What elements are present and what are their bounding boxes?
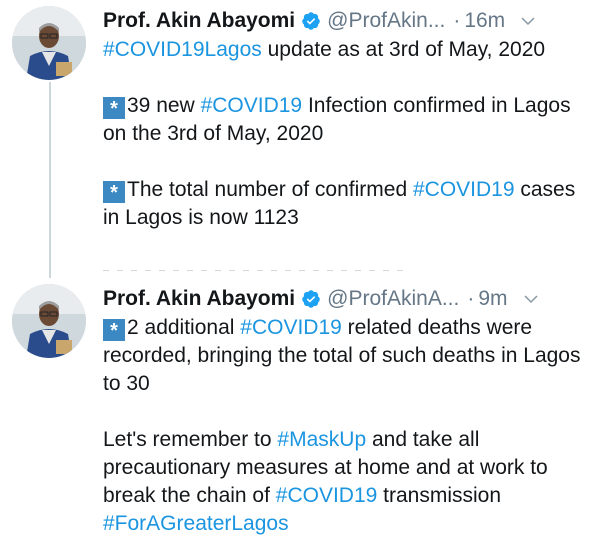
hashtag-link[interactable]: #MaskUp	[277, 428, 366, 451]
asterisk-square-icon: *	[103, 97, 125, 120]
hashtag-link[interactable]: #COVID19	[413, 178, 515, 201]
asterisk-square-icon: *	[103, 181, 125, 204]
text: 39 new	[127, 94, 201, 117]
chevron-down-icon[interactable]	[519, 12, 537, 30]
chevron-down-icon[interactable]	[522, 290, 540, 308]
tweet-text: * 2 additional #COVID19 related deaths we…	[103, 314, 583, 538]
tweet-header: Prof. Akin Abayomi @ProfAkin... · 16m	[103, 6, 583, 36]
verified-badge-icon	[302, 290, 320, 308]
display-name[interactable]: Prof. Akin Abayomi	[103, 6, 295, 36]
verified-badge-icon	[302, 12, 320, 30]
hashtag-link[interactable]: #COVID19	[240, 316, 342, 339]
hashtag-link[interactable]: #COVID19	[276, 484, 378, 507]
user-handle[interactable]: @ProfAkin...	[327, 6, 445, 36]
text: 2 additional	[127, 316, 241, 339]
text: transmission	[377, 484, 502, 507]
separator-dot: ·	[467, 287, 475, 310]
display-name[interactable]: Prof. Akin Abayomi	[103, 284, 295, 314]
paragraph-2: * 39 new #COVID19 Infection confirmed in …	[103, 92, 583, 148]
separator-dot: ·	[453, 9, 461, 32]
text: update as at 3rd of May, 2020	[261, 38, 546, 61]
hashtag-link[interactable]: #COVID19Lagos	[103, 38, 262, 61]
thread-connector-line	[49, 82, 51, 278]
hashtag-link[interactable]: #ForAGreaterLagos	[103, 512, 289, 535]
avatar[interactable]	[12, 6, 86, 80]
profile-photo	[12, 284, 86, 358]
paragraph-1: #COVID19Lagos update as at 3rd of May, 2…	[103, 36, 583, 64]
timestamp[interactable]: 9m	[478, 284, 507, 314]
asterisk-square-icon: *	[103, 319, 125, 342]
profile-photo	[12, 6, 86, 80]
text: The total number of confirmed	[127, 178, 413, 201]
tweet-header: Prof. Akin Abayomi @ProfAkinA... · 9m	[103, 284, 583, 314]
text: Let's remember to	[103, 428, 278, 451]
timestamp[interactable]: 16m	[464, 6, 505, 36]
paragraph-3: * The total number of confirmed #COVID19 …	[103, 176, 583, 232]
hashtag-link[interactable]: #COVID19	[201, 94, 303, 117]
avatar[interactable]	[12, 284, 86, 358]
tweet-text: #COVID19Lagos update as at 3rd of May, 2…	[103, 36, 583, 232]
paragraph-2: Let's remember to #MaskUp and take all p…	[103, 426, 583, 538]
truncation-line	[103, 270, 403, 271]
user-handle[interactable]: @ProfAkinA...	[327, 284, 459, 314]
paragraph-1: * 2 additional #COVID19 related deaths we…	[103, 314, 583, 398]
